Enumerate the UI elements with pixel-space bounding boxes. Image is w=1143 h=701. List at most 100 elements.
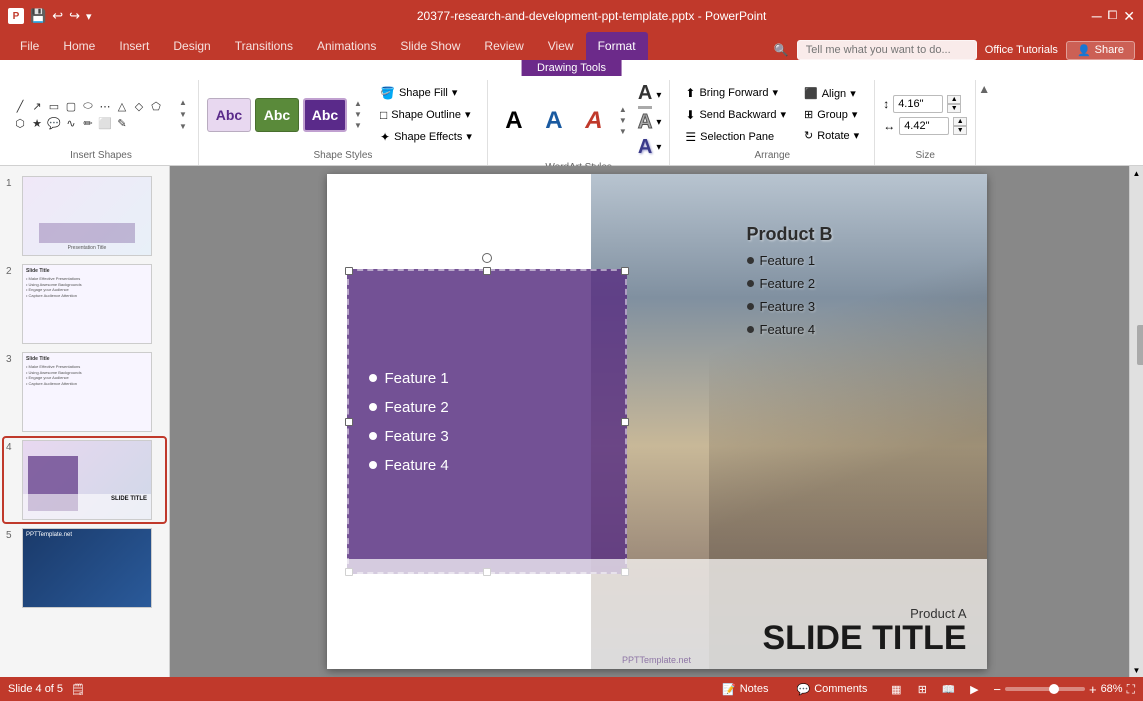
edit-shape[interactable]: ✎ <box>114 115 130 131</box>
tab-review[interactable]: Review <box>472 32 535 60</box>
tab-insert[interactable]: Insert <box>107 32 161 60</box>
slide-sorter-btn[interactable]: ⊞ <box>911 680 933 698</box>
triangle-shape[interactable]: △ <box>114 98 130 114</box>
handle-tl[interactable] <box>345 267 353 275</box>
shape-style-1[interactable]: Abc <box>255 98 299 132</box>
tab-format[interactable]: Format <box>586 32 648 60</box>
shapes-scroll-down[interactable]: ▼ <box>176 110 190 120</box>
star-shape[interactable]: ★ <box>29 115 45 131</box>
zoom-in-btn[interactable]: + <box>1089 682 1097 697</box>
shape-style-2[interactable]: Abc <box>303 98 347 132</box>
text-effects-chevron[interactable]: ▾ <box>656 142 661 153</box>
ribbon-collapse-icon[interactable]: ▲ <box>978 82 990 96</box>
handle-mr[interactable] <box>621 418 629 426</box>
slide-thumb-5[interactable]: 5 PPTTemplate.net <box>4 526 165 610</box>
rotate-button[interactable]: ↻ Rotate ▾ <box>797 126 866 145</box>
text-box[interactable]: ⬜ <box>97 115 113 131</box>
pentagon-shape[interactable]: ⬠ <box>148 98 164 114</box>
freeform-shape[interactable]: ✏ <box>80 115 96 131</box>
tab-file[interactable]: File <box>8 32 51 60</box>
width-up[interactable]: ▲ <box>953 117 967 126</box>
wordart-red[interactable]: A <box>576 103 612 139</box>
shape-styles-up[interactable]: ▲ <box>351 99 365 109</box>
quick-access-redo[interactable]: ↪ <box>69 8 80 24</box>
width-down[interactable]: ▼ <box>953 126 967 135</box>
zoom-slider[interactable] <box>1005 687 1085 691</box>
tab-slideshow[interactable]: Slide Show <box>388 32 472 60</box>
more-shapes[interactable]: ⋯ <box>97 98 113 114</box>
arrow-shape[interactable]: ↗ <box>29 98 45 114</box>
shape-effects-button[interactable]: ✦ Shape Effects ▾ <box>373 127 479 147</box>
wordart-down[interactable]: ▼ <box>616 116 630 126</box>
scroll-up-btn[interactable]: ▲ <box>1133 166 1141 180</box>
bullet-b-3 <box>747 303 754 310</box>
scroll-down-btn[interactable]: ▼ <box>1133 663 1141 677</box>
shape-styles-expand[interactable]: ▼ <box>351 121 365 131</box>
group-button[interactable]: ⊞ Group ▾ <box>797 105 866 124</box>
tab-animations[interactable]: Animations <box>305 32 388 60</box>
handle-ml[interactable] <box>345 418 353 426</box>
text-fill-chevron[interactable]: ▾ <box>656 90 661 101</box>
tab-view[interactable]: View <box>536 32 586 60</box>
normal-view-btn[interactable]: ▦ <box>885 680 907 698</box>
align-button[interactable]: ⬛ Align ▾ <box>797 84 866 103</box>
shape-style-0[interactable]: Abc <box>207 98 251 132</box>
hexagon-shape[interactable]: ⬡ <box>12 115 28 131</box>
roundrect-shape[interactable]: ▢ <box>63 98 79 114</box>
share-button[interactable]: 👤 Share <box>1066 41 1135 60</box>
rotate-handle[interactable] <box>482 253 492 263</box>
quick-access-undo[interactable]: ↩ <box>52 8 63 24</box>
slideshow-btn[interactable]: ▶ <box>963 680 985 698</box>
width-input[interactable] <box>899 117 949 135</box>
tab-home[interactable]: Home <box>51 32 107 60</box>
handle-tr[interactable] <box>621 267 629 275</box>
right-scrollbar[interactable]: ▲ ▼ <box>1129 166 1143 677</box>
selection-pane-button[interactable]: ☰ Selection Pane <box>678 127 781 147</box>
office-tutorials-link[interactable]: Office Tutorials <box>985 44 1058 56</box>
close-icon[interactable]: ✕ <box>1123 8 1135 25</box>
quick-access-more[interactable]: ▾ <box>86 10 92 23</box>
bring-forward-button[interactable]: ⬆ Bring Forward ▾ <box>678 83 785 103</box>
send-backward-button[interactable]: ⬇ Send Backward ▾ <box>678 105 793 125</box>
shapes-scroll-expand[interactable]: ▼ <box>176 122 190 132</box>
wordart-expand[interactable]: ▼ <box>616 127 630 137</box>
fit-slide-btn[interactable]: ⛶ <box>1127 682 1135 697</box>
notes-button[interactable]: 📝 Notes <box>712 681 778 698</box>
line-shape[interactable]: ╱ <box>12 98 28 114</box>
comments-button[interactable]: 💬 Comments <box>786 681 877 698</box>
shape-fill-button[interactable]: 🪣 Shape Fill ▾ <box>373 83 479 103</box>
oval-shape[interactable]: ⬭ <box>80 98 96 114</box>
wordart-up[interactable]: ▲ <box>616 105 630 115</box>
product-box-purple[interactable]: Feature 1 Feature 2 Feature 3 Feature 4 <box>347 269 627 574</box>
wordart-blue[interactable]: A <box>536 103 572 139</box>
slide-thumb-2[interactable]: 2 Slide Title • Make Effective Presentat… <box>4 262 165 346</box>
slide-thumb-3[interactable]: 3 Slide Title • Make Effective Presentat… <box>4 350 165 434</box>
slide-thumb-1[interactable]: 1 Presentation Title <box>4 174 165 258</box>
height-input[interactable] <box>893 95 943 113</box>
zoom-thumb[interactable] <box>1049 684 1059 694</box>
shape-outline-button[interactable]: □ Shape Outline ▾ <box>373 105 479 125</box>
diamond-shape[interactable]: ◇ <box>131 98 147 114</box>
wordart-plain[interactable]: A <box>496 103 532 139</box>
scroll-thumb[interactable] <box>1137 325 1143 365</box>
tab-transitions[interactable]: Transitions <box>223 32 305 60</box>
rect-shape[interactable]: ▭ <box>46 98 62 114</box>
height-down[interactable]: ▼ <box>947 104 961 113</box>
reading-view-btn[interactable]: 📖 <box>937 680 959 698</box>
callout-shape[interactable]: 💬 <box>46 115 62 131</box>
tab-design[interactable]: Design <box>161 32 222 60</box>
handle-tm[interactable] <box>483 267 491 275</box>
send-backward-icon: ⬇ <box>685 108 695 122</box>
minimize-icon[interactable]: ─ <box>1092 8 1102 25</box>
height-up[interactable]: ▲ <box>947 95 961 104</box>
text-outline-chevron[interactable]: ▾ <box>656 117 661 128</box>
curve-shape[interactable]: ∿ <box>63 115 79 131</box>
zoom-out-btn[interactable]: − <box>993 682 1001 697</box>
shapes-scroll-up[interactable]: ▲ <box>176 98 190 108</box>
shape-styles-down[interactable]: ▼ <box>351 110 365 120</box>
restore-icon[interactable]: ⧠ <box>1108 8 1118 25</box>
slide-thumb-4[interactable]: 4 SLIDE TITLE <box>4 438 165 522</box>
search-input[interactable] <box>797 40 977 60</box>
quick-access-save[interactable]: 💾 <box>30 8 46 24</box>
slide-num-5: 5 <box>6 528 18 541</box>
